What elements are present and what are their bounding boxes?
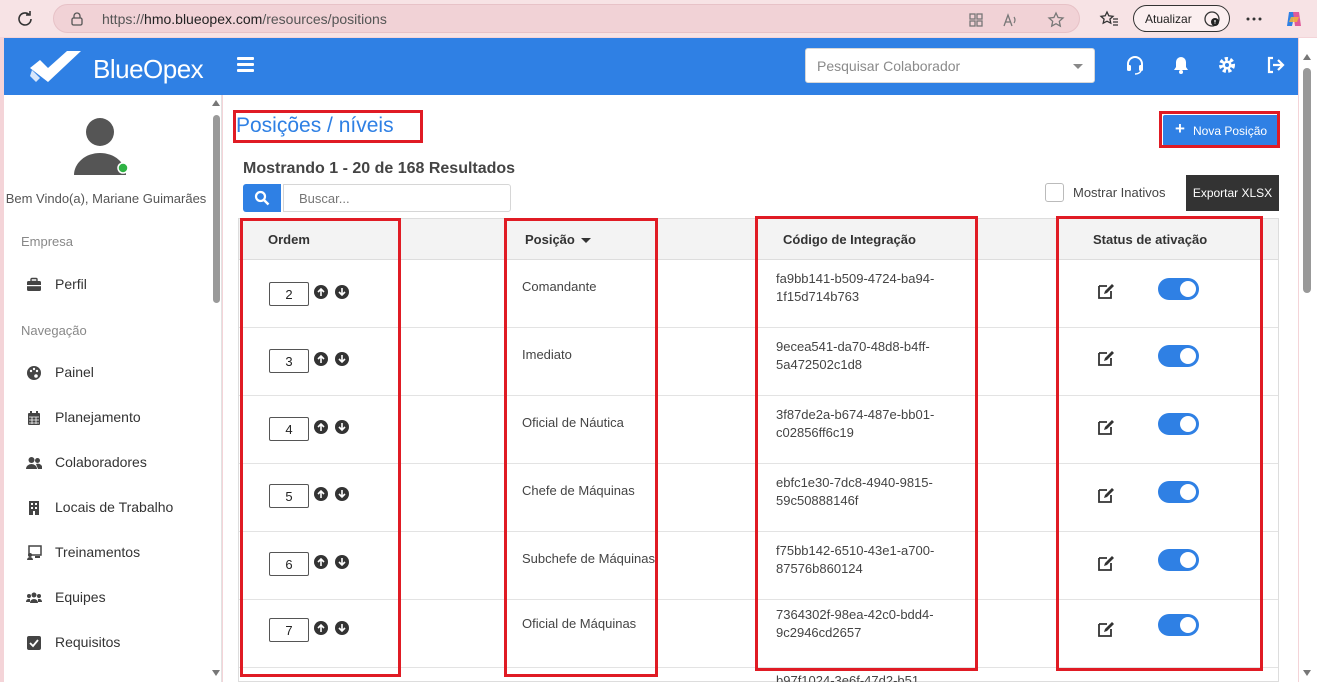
sidebar-item-label: Requisitos [55, 634, 121, 650]
show-inactive-checkbox[interactable] [1045, 183, 1064, 202]
sidebar-item-label: Planejamento [55, 409, 141, 425]
team-icon [26, 592, 42, 603]
avatar[interactable] [72, 117, 128, 175]
highlight-box-order-column [240, 218, 401, 677]
integration-code-partial: b97f1024-3e6f-47d2-b51 [776, 673, 920, 682]
scroll-thumb[interactable] [213, 115, 220, 303]
favorites-icon[interactable] [1099, 9, 1119, 29]
address-bar[interactable]: https://hmo.blueopex.com/resources/posit… [53, 4, 1080, 33]
highlight-box-code-column [755, 216, 978, 671]
sidebar-item-trainings[interactable]: Treinamentos [26, 542, 206, 564]
employee-search-select[interactable]: Pesquisar Colaborador [805, 48, 1095, 83]
brand-name[interactable]: BlueOpex [93, 54, 204, 85]
browser-toolbar: https://hmo.blueopex.com/resources/posit… [0, 0, 1317, 37]
scroll-up-icon[interactable] [212, 100, 220, 106]
sidebar-section-navigation: Navegação [21, 323, 87, 338]
headset-icon[interactable] [1125, 55, 1145, 75]
sidebar-item-teams[interactable]: Equipes [26, 587, 206, 609]
search-icon [254, 190, 270, 206]
sidebar-section-company: Empresa [21, 234, 74, 249]
checkbox-icon [27, 636, 41, 650]
main-content: Posições / níveis + Nova Posição Mostran… [223, 95, 1298, 682]
scroll-up-icon[interactable] [1303, 54, 1311, 60]
more-options-icon[interactable] [1244, 9, 1264, 29]
sidebar-item-label: Treinamentos [55, 544, 141, 560]
export-xlsx-button[interactable]: Exportar XLSX [1186, 175, 1279, 211]
sidebar-item-dashboard[interactable]: Painel [26, 362, 206, 384]
update-button[interactable]: Atualizar [1133, 5, 1230, 32]
reload-icon[interactable] [14, 8, 36, 30]
sidebar-item-label: Locais de Trabalho [55, 499, 174, 515]
highlight-box-title [233, 110, 423, 143]
sidebar-item-label: Colaboradores [55, 454, 147, 470]
logout-icon[interactable] [1265, 55, 1285, 75]
sidebar-item-requirements[interactable]: Requisitos [26, 632, 206, 654]
sidebar-item-workplaces[interactable]: Locais de Trabalho [26, 497, 206, 519]
lock-icon [71, 12, 83, 26]
copilot-icon[interactable] [1284, 9, 1304, 29]
highlight-box-status-column [1056, 216, 1263, 671]
blueopex-logo-icon[interactable] [28, 50, 83, 84]
sidebar-item-profile[interactable]: Perfil [26, 274, 206, 296]
results-count: Mostrando 1 - 20 de 168 Resultados [243, 160, 516, 177]
sidebar-item-label: Equipes [55, 589, 106, 605]
users-icon [26, 457, 42, 469]
menu-toggle-icon[interactable] [237, 57, 254, 72]
sidebar-scrollbar[interactable] [210, 95, 222, 682]
briefcase-icon [27, 277, 41, 291]
building-icon [29, 501, 39, 515]
palette-icon [27, 366, 41, 380]
app-header: BlueOpex Pesquisar Colaborador [4, 38, 1298, 95]
sidebar-item-label: Perfil [55, 276, 87, 292]
highlight-box-new-button [1159, 111, 1280, 148]
sidebar-item-planning[interactable]: Planejamento [26, 407, 206, 429]
employee-search-placeholder: Pesquisar Colaborador [817, 58, 961, 74]
grid-icon[interactable] [967, 11, 985, 29]
search-button[interactable] [243, 184, 281, 212]
sidebar-item-employees[interactable]: Colaboradores [26, 452, 206, 474]
welcome-text: Bem Vindo(a), Mariane Guimarães [5, 191, 207, 206]
gear-icon[interactable] [1217, 55, 1237, 75]
chevron-down-icon [1073, 64, 1083, 69]
favorite-star-icon[interactable] [1047, 11, 1065, 29]
scroll-thumb[interactable] [1303, 68, 1311, 293]
calendar-icon [28, 411, 40, 425]
url-text: https://hmo.blueopex.com/resources/posit… [102, 11, 387, 27]
read-aloud-icon[interactable] [1001, 11, 1019, 29]
sidebar-item-label: Painel [55, 364, 94, 380]
scroll-down-icon[interactable] [1303, 670, 1311, 676]
scroll-down-icon[interactable] [212, 670, 220, 676]
chalkboard-icon [27, 545, 42, 560]
bell-icon[interactable] [1171, 55, 1191, 75]
update-label: Atualizar [1145, 12, 1192, 26]
page-scrollbar[interactable] [1299, 38, 1317, 682]
show-inactive-label: Mostrar Inativos [1073, 185, 1166, 200]
highlight-box-position-column [504, 218, 658, 677]
profile-alert-icon [1204, 11, 1220, 27]
sidebar: Bem Vindo(a), Mariane Guimarães Empresa … [4, 95, 222, 682]
search-input[interactable] [283, 184, 511, 212]
